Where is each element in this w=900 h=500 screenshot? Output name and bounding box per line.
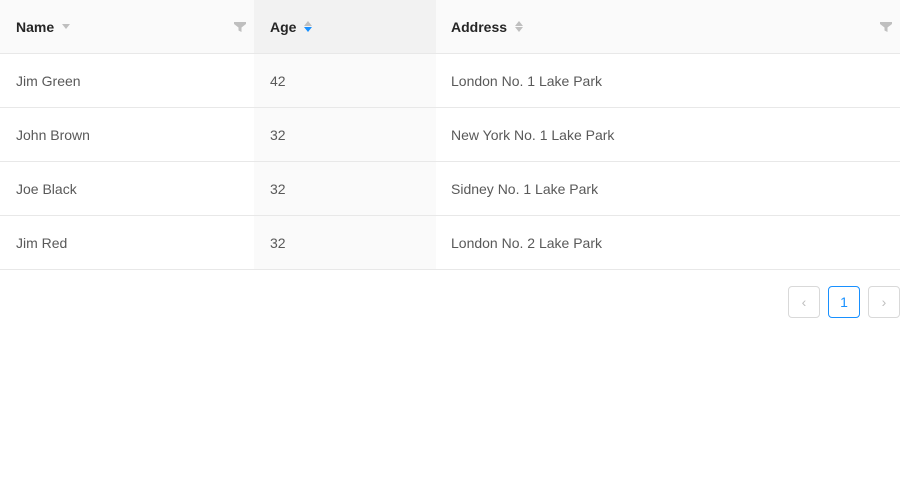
cell-address: New York No. 1 Lake Park: [451, 126, 615, 143]
sort-icon[interactable]: [62, 24, 71, 29]
chevron-left-icon: ‹: [801, 294, 807, 310]
pagination: ‹ 1 ›: [788, 286, 900, 318]
sort-ascend-icon: [515, 21, 524, 26]
filter-icon[interactable]: [234, 21, 246, 33]
column-header-age[interactable]: Age: [254, 0, 436, 53]
cell-address: London No. 1 Lake Park: [451, 72, 602, 89]
sort-icon[interactable]: [515, 21, 524, 32]
table-row[interactable]: Jim Green 42 London No. 1 Lake Park: [0, 54, 900, 108]
column-title-address: Address: [451, 18, 508, 35]
cell-address: Sidney No. 1 Lake Park: [451, 180, 599, 197]
data-table: Name Age Address Jim Green 42 London No.…: [0, 0, 900, 270]
cell-age: 32: [254, 108, 436, 161]
cell-name: John Brown: [16, 126, 90, 143]
page-1-button[interactable]: 1: [828, 286, 860, 318]
sort-icon[interactable]: [304, 21, 313, 32]
sort-ascend-icon: [304, 21, 313, 26]
cell-name: Joe Black: [16, 180, 77, 197]
table-header-row: Name Age Address: [0, 0, 900, 54]
cell-address: London No. 2 Lake Park: [451, 234, 602, 251]
column-title-name: Name: [16, 18, 55, 35]
column-header-name[interactable]: Name: [0, 0, 254, 53]
next-page-button[interactable]: ›: [868, 286, 900, 318]
cell-age: 42: [254, 54, 436, 107]
prev-page-button[interactable]: ‹: [788, 286, 820, 318]
table-row[interactable]: John Brown 32 New York No. 1 Lake Park: [0, 108, 900, 162]
cell-age: 32: [254, 216, 436, 269]
table-row[interactable]: Jim Red 32 London No. 2 Lake Park: [0, 216, 900, 270]
cell-name: Jim Red: [16, 234, 68, 251]
cell-age: 32: [254, 162, 436, 215]
table-row[interactable]: Joe Black 32 Sidney No. 1 Lake Park: [0, 162, 900, 216]
sort-descend-icon: [515, 27, 524, 32]
column-title-age: Age: [270, 18, 297, 35]
filter-icon[interactable]: [880, 21, 892, 33]
cell-name: Jim Green: [16, 72, 81, 89]
column-header-address[interactable]: Address: [436, 0, 900, 53]
sort-descend-icon: [304, 27, 313, 32]
sort-descend-icon: [62, 24, 71, 29]
chevron-right-icon: ›: [881, 294, 887, 310]
